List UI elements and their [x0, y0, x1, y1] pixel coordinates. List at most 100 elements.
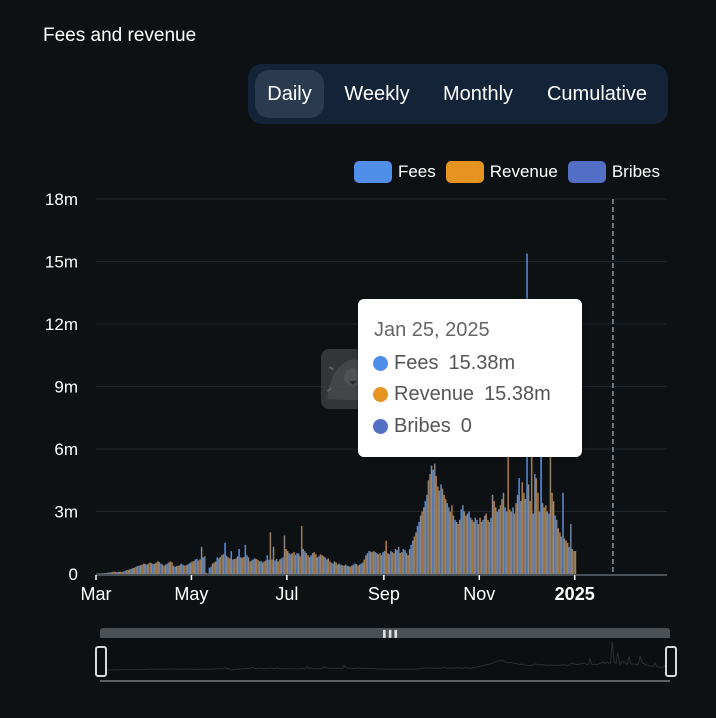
- bar-revenue: [476, 519, 478, 574]
- tooltip-label: Fees: [394, 352, 439, 374]
- tab-daily[interactable]: Daily: [255, 70, 324, 118]
- bar-fees: [552, 501, 554, 574]
- bar-revenue: [340, 564, 342, 574]
- bar-revenue: [506, 511, 508, 574]
- bar-revenue: [273, 546, 275, 574]
- bar-fees: [419, 515, 421, 574]
- bar-revenue: [121, 571, 123, 574]
- bar-revenue: [228, 557, 229, 574]
- bar-fees: [341, 565, 343, 574]
- bar-revenue: [412, 540, 414, 574]
- bar-revenue: [573, 551, 575, 574]
- bar-fees: [451, 505, 452, 574]
- y-tick-label: 18m: [45, 190, 78, 209]
- bar-revenue: [426, 494, 428, 574]
- x-tick-label: Jul: [275, 584, 298, 604]
- bar-fees: [446, 503, 448, 574]
- bar-revenue: [275, 560, 276, 574]
- bar-fees: [488, 521, 490, 574]
- bar-revenue: [420, 515, 422, 574]
- bar-revenue: [250, 561, 251, 574]
- bar-fees: [266, 555, 268, 574]
- bar-fees: [385, 540, 387, 574]
- bar-revenue: [447, 503, 448, 574]
- data-zoom-slider[interactable]: ❚❚❚: [95, 628, 677, 682]
- bar-fees: [566, 542, 568, 574]
- bar-revenue: [173, 565, 175, 574]
- bar-fees: [282, 557, 283, 574]
- bar-revenue: [189, 563, 190, 574]
- data-zoom-drag-bar[interactable]: ❚❚❚: [100, 628, 670, 638]
- bar-revenue: [445, 499, 447, 574]
- bar-revenue: [254, 558, 256, 574]
- bar-revenue: [337, 564, 339, 574]
- bar-revenue: [289, 553, 290, 574]
- bar-revenue: [503, 492, 505, 574]
- bar-revenue: [237, 556, 239, 574]
- bar-revenue: [536, 478, 538, 574]
- bar-revenue: [514, 513, 516, 574]
- bar-revenue: [409, 549, 411, 574]
- bar-revenue: [415, 532, 417, 574]
- bar-revenue: [201, 546, 203, 574]
- bar-fees: [491, 494, 493, 574]
- bar-revenue: [490, 517, 492, 574]
- bar-revenue: [483, 519, 484, 574]
- bar-fees: [139, 565, 141, 574]
- bar-fees: [189, 562, 191, 574]
- fees-dot-icon: [373, 356, 388, 371]
- x-tick-label: Sep: [368, 584, 400, 604]
- bar-fees: [394, 549, 396, 574]
- bar-fees: [180, 563, 182, 574]
- bar-revenue: [522, 482, 523, 574]
- bar-revenue: [129, 569, 131, 574]
- bar-revenue: [569, 546, 570, 574]
- tab-cumulative[interactable]: Cumulative: [536, 70, 658, 118]
- bar-fees: [135, 566, 136, 574]
- bar-revenue: [343, 565, 345, 574]
- tab-weekly[interactable]: Weekly: [334, 70, 420, 118]
- bar-revenue: [373, 551, 375, 574]
- bar-revenue: [479, 517, 481, 574]
- bar-revenue: [533, 513, 534, 574]
- bar-fees: [124, 570, 125, 574]
- bar-fees: [565, 540, 567, 574]
- bar-revenue: [174, 566, 176, 574]
- bar-fees: [219, 556, 221, 574]
- bar-revenue: [218, 558, 220, 574]
- bar-fees: [279, 559, 280, 574]
- bar-revenue: [149, 562, 151, 574]
- bar-revenue: [292, 553, 294, 574]
- bar-revenue: [232, 559, 234, 574]
- bar-fees: [308, 557, 310, 574]
- bar-revenue: [417, 526, 419, 574]
- bar-revenue: [264, 561, 265, 574]
- data-zoom-handle-start[interactable]: [95, 646, 107, 677]
- bar-revenue: [372, 552, 373, 574]
- bar-fees: [144, 564, 146, 574]
- bar-fees: [574, 551, 576, 574]
- bar-fees: [535, 478, 537, 574]
- bar-revenue: [296, 553, 298, 574]
- bar-revenue: [384, 551, 386, 574]
- bar-fees: [449, 511, 451, 574]
- bar-revenue: [331, 562, 333, 574]
- bar-fees: [300, 526, 302, 574]
- bar-revenue: [564, 538, 566, 574]
- bar-fees: [105, 572, 107, 574]
- bar-fees: [288, 553, 290, 574]
- bar-fees: [490, 517, 491, 574]
- data-zoom-handle-end[interactable]: [665, 646, 677, 677]
- tab-monthly[interactable]: Monthly: [432, 70, 524, 118]
- bar-fees: [244, 544, 246, 574]
- bar-fees: [178, 565, 180, 574]
- bar-revenue: [112, 571, 114, 574]
- bar-revenue: [497, 511, 498, 574]
- bar-revenue: [151, 563, 153, 574]
- bar-fees: [501, 499, 502, 574]
- bar-fees: [383, 551, 385, 574]
- bar-revenue: [556, 519, 558, 574]
- bar-revenue: [198, 560, 200, 574]
- bar-revenue: [239, 549, 240, 574]
- bar-revenue: [454, 519, 456, 574]
